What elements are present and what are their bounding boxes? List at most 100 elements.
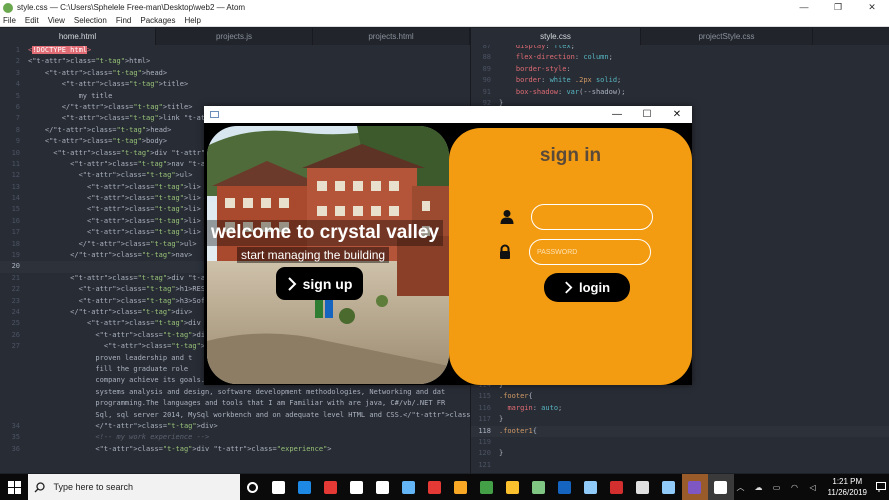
signin-title: sign in — [539, 145, 602, 166]
taskbar-xbox-icon[interactable] — [526, 474, 552, 500]
code-line[interactable]: 88 flex-direction: column; — [471, 52, 889, 63]
signup-button[interactable]: sign up — [276, 267, 363, 300]
taskbar-notepad-icon[interactable] — [630, 474, 656, 500]
line-number: 88 — [482, 53, 491, 62]
taskbar-monitor-icon[interactable] — [396, 474, 422, 500]
code-line[interactable]: 119 — [471, 437, 889, 448]
code-line[interactable]: 1 <!DOCTYPE html> — [0, 45, 470, 56]
taskbar-atom-app-icon[interactable] — [707, 474, 734, 500]
code-text: </"t-attr">class="t-tag">nav> — [28, 251, 193, 260]
atom-titlebar: style.css — C:\Users\Sphelele Free-man\D… — [0, 0, 889, 15]
code-line[interactable]: 89 border-style: — [471, 64, 889, 75]
code-line[interactable]: 115 .footer{ — [471, 391, 889, 402]
tab-home-html[interactable]: home.html — [0, 28, 156, 45]
menu-find[interactable]: Find — [116, 16, 132, 25]
line-number: 35 — [11, 433, 20, 442]
wifi-icon[interactable]: ◠ — [788, 483, 802, 492]
code-line[interactable]: 120} — [471, 448, 889, 459]
taskbar-box-3d-icon[interactable] — [656, 474, 682, 500]
code-line[interactable]: 2 <"t-attr">class="t-tag">html> — [0, 56, 470, 67]
code-line[interactable]: 4 <"t-attr">class="t-tag">title> — [0, 79, 470, 90]
taskbar-task-view-icon[interactable] — [240, 474, 266, 500]
app-minimize-button[interactable]: — — [602, 109, 632, 120]
code-line[interactable]: Sql, sql server 2014, MySql workbench an… — [0, 410, 470, 421]
line-number: 115 — [478, 392, 491, 401]
taskbar-firefox-dev-icon[interactable] — [552, 474, 578, 500]
password-input[interactable] — [529, 239, 651, 265]
menu-selection[interactable]: Selection — [74, 16, 107, 25]
line-number: 6 — [15, 102, 20, 111]
maximize-button[interactable]: ❐ — [821, 2, 855, 13]
pinned-apps — [240, 474, 734, 500]
menu-help[interactable]: Help — [185, 16, 201, 25]
taskbar-mail-icon[interactable] — [344, 474, 370, 500]
battery-icon[interactable]: ▭ — [770, 483, 784, 492]
taskbar-media-icon[interactable] — [578, 474, 604, 500]
taskbar-acrobat-icon[interactable] — [604, 474, 630, 500]
taskbar-visual-studio-icon[interactable] — [681, 474, 708, 500]
app-close-button[interactable]: ✕ — [662, 109, 692, 120]
line-number: 5 — [15, 91, 20, 100]
notification-icon[interactable] — [873, 474, 889, 500]
start-button[interactable] — [0, 474, 28, 500]
code-text: systems analysis and design, software de… — [28, 387, 446, 396]
menu-view[interactable]: View — [48, 16, 65, 25]
close-button[interactable]: ✕ — [855, 2, 889, 13]
code-line[interactable]: programming.The languages and tools that… — [0, 398, 470, 409]
code-line[interactable]: 34 </"t-attr">class="t-tag">div> — [0, 421, 470, 432]
taskbar-edge-icon[interactable] — [292, 474, 318, 500]
taskbar-opera-icon[interactable] — [422, 474, 448, 500]
code-line[interactable]: 5 my title — [0, 91, 470, 102]
code-line[interactable]: 117} — [471, 414, 889, 425]
taskbar-file-explorer-icon[interactable] — [266, 474, 292, 500]
line-number: 119 — [478, 437, 491, 446]
app-maximize-button[interactable]: ☐ — [632, 109, 662, 120]
atom-menubar: File Edit View Selection Find Packages H… — [0, 15, 889, 27]
code-line[interactable]: 116 margin: auto; — [471, 403, 889, 414]
taskbar-search[interactable]: Type here to search — [28, 474, 240, 500]
taskbar-sticky-icon[interactable] — [474, 474, 500, 500]
line-number: 11 — [11, 159, 20, 168]
volume-icon[interactable]: ◁ — [806, 483, 820, 492]
code-text: <"t-attr">class="t-tag">head> — [28, 68, 168, 77]
minimize-button[interactable]: — — [787, 2, 821, 13]
taskbar-adobe-icon[interactable] — [318, 474, 344, 500]
chevron-up-icon[interactable]: ︿ — [734, 482, 748, 493]
line-number: 91 — [482, 87, 491, 96]
taskbar-folder-icon[interactable] — [448, 474, 474, 500]
tab-projects-html[interactable]: projects.html — [313, 28, 470, 45]
code-line[interactable]: 121 — [471, 460, 889, 471]
taskbar-store-icon[interactable] — [370, 474, 396, 500]
line-number: 89 — [482, 64, 491, 73]
taskbar-chrome-icon[interactable] — [500, 474, 526, 500]
line-number: 16 — [11, 216, 20, 225]
code-line[interactable]: 91 box-shadow: var(--shadow); — [471, 87, 889, 98]
code-line[interactable]: systems analysis and design, software de… — [0, 387, 470, 398]
line-number: 10 — [11, 148, 20, 157]
tab-projectstyle-css[interactable]: projectStyle.css — [641, 28, 813, 45]
line-number — [0, 398, 24, 409]
code-line[interactable]: 90 border: white .2px solid; — [471, 75, 889, 86]
line-number: 27 — [11, 342, 20, 351]
code-line[interactable]: 3 <"t-attr">class="t-tag">head> — [0, 68, 470, 79]
username-input[interactable] — [531, 204, 653, 230]
line-number: 8 — [15, 125, 20, 134]
cloud-icon[interactable]: ☁ — [752, 483, 766, 492]
clock[interactable]: 1:21 PM 11/26/2019 — [828, 476, 867, 498]
line-number: 12 — [11, 171, 20, 180]
line-number: 19 — [11, 251, 20, 260]
code-line[interactable]: 35 <!-- my work experience --> — [0, 432, 470, 443]
line-number: 21 — [11, 273, 20, 282]
code-line[interactable]: 118 .footer1{ — [471, 425, 889, 437]
tab-style-css[interactable]: style.css — [471, 28, 641, 45]
menu-packages[interactable]: Packages — [140, 16, 175, 25]
code-line[interactable]: 36 <"t-attr">class="t-tag">div "t-attr">… — [0, 444, 470, 455]
chevron-right-icon — [287, 276, 297, 291]
tab-projects-js[interactable]: projects.js — [156, 28, 313, 45]
menu-edit[interactable]: Edit — [25, 16, 39, 25]
user-icon — [500, 210, 514, 224]
menu-file[interactable]: File — [3, 16, 16, 25]
code-text: <"t-attr">class="t-tag">div "t-attr">cla… — [28, 444, 332, 453]
code-line[interactable]: 87 display: flex; — [471, 45, 889, 52]
login-button[interactable]: login — [544, 273, 630, 302]
